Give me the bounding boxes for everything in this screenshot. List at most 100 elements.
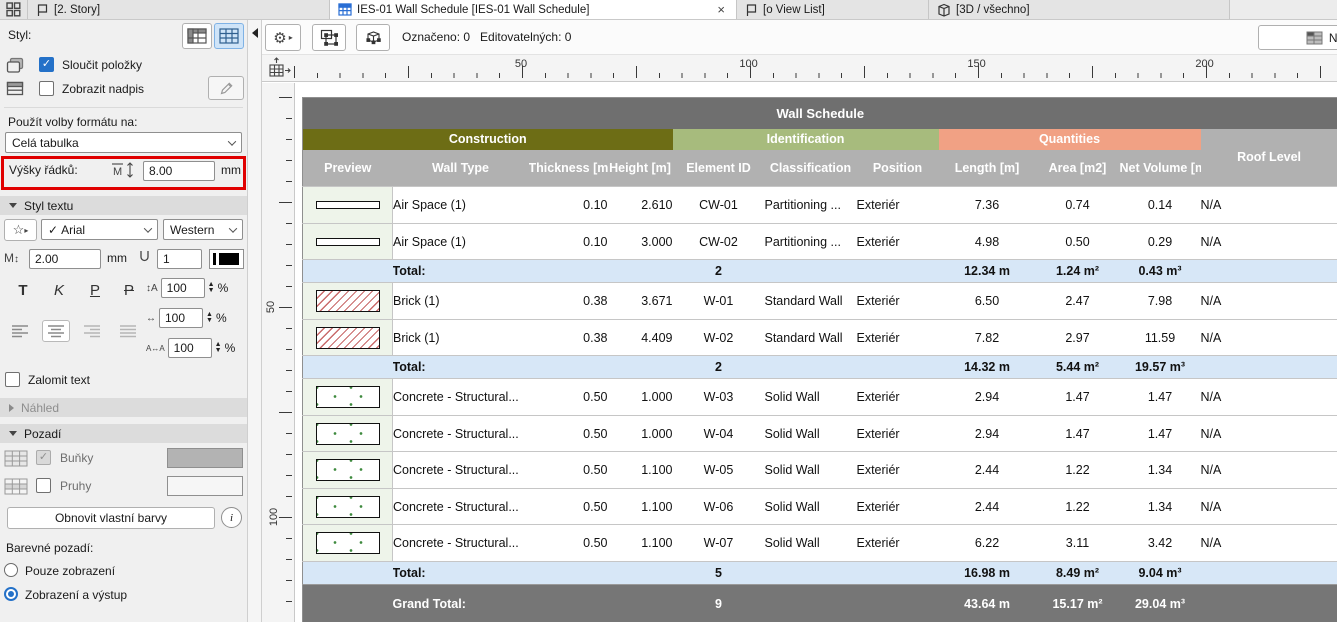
- cell-classification[interactable]: Solid Wall: [765, 452, 857, 489]
- panel-divider[interactable]: [247, 20, 262, 622]
- cell-length[interactable]: 2.44: [939, 489, 1036, 525]
- strikethrough-button[interactable]: P: [114, 282, 144, 299]
- cell-length[interactable]: 4.98: [939, 224, 1036, 260]
- tab-view-list[interactable]: [o View List]: [737, 0, 929, 19]
- cell-length[interactable]: 2.44: [939, 452, 1036, 489]
- cell-preview[interactable]: [303, 379, 393, 416]
- cell-thickness[interactable]: 0.10: [529, 187, 608, 224]
- cell-preview[interactable]: [303, 320, 393, 356]
- select-on-plan-button[interactable]: [312, 24, 346, 51]
- cells-checkbox[interactable]: ✓: [36, 450, 51, 465]
- cell-net_volume[interactable]: 1.47: [1120, 416, 1201, 452]
- schedule-canvas[interactable]: Wall ScheduleConstructionIdentificationQ…: [295, 83, 1337, 622]
- column-header[interactable]: Wall Type: [393, 150, 529, 187]
- cell-classification[interactable]: Solid Wall: [765, 525, 857, 562]
- pen-number-input[interactable]: 1: [157, 249, 202, 269]
- total-row[interactable]: Total:212.34 m1.24 m²0.43 m³: [303, 260, 1337, 283]
- cell-area[interactable]: 1.47: [1036, 416, 1120, 452]
- letter-spacing-input[interactable]: 100: [168, 338, 212, 358]
- cell-net_volume[interactable]: 0.29: [1120, 224, 1201, 260]
- cell-position[interactable]: Exteriér: [857, 489, 939, 525]
- column-header[interactable]: Preview: [303, 150, 393, 187]
- cell-net_volume[interactable]: 1.34: [1120, 489, 1201, 525]
- wall-schedule-table[interactable]: Wall ScheduleConstructionIdentificationQ…: [302, 97, 1337, 622]
- cell-wall_type[interactable]: Air Space (1): [393, 187, 529, 224]
- spinner-arrows[interactable]: ▲▼: [215, 342, 222, 354]
- cell-net_volume[interactable]: 0.14: [1120, 187, 1201, 224]
- letter-height-input[interactable]: 100: [161, 278, 205, 298]
- column-header[interactable]: Thickness [m]: [529, 150, 608, 187]
- wrap-text-checkbox[interactable]: [5, 372, 20, 387]
- cell-preview[interactable]: [303, 489, 393, 525]
- cell-height[interactable]: 3.000: [608, 224, 673, 260]
- restore-colors-button[interactable]: Obnovit vlastní barvy: [7, 507, 215, 529]
- column-header[interactable]: Position: [857, 150, 939, 187]
- cell-area[interactable]: 0.50: [1036, 224, 1120, 260]
- stripes-color-swatch[interactable]: [167, 476, 243, 496]
- cell-thickness[interactable]: 0.38: [529, 283, 608, 320]
- scheme-settings-menu-button[interactable]: ⚙ ▸: [265, 24, 301, 51]
- cell-height[interactable]: 3.671: [608, 283, 673, 320]
- column-header[interactable]: Length [m]: [939, 150, 1036, 187]
- close-tab-icon[interactable]: ×: [714, 2, 728, 17]
- cell-area[interactable]: 3.11: [1036, 525, 1120, 562]
- cell-preview[interactable]: [303, 187, 393, 224]
- cell-net_volume[interactable]: 7.98: [1120, 283, 1201, 320]
- background-section-header[interactable]: Pozadí: [0, 424, 247, 443]
- column-header[interactable]: Net Volume [m3]: [1120, 150, 1201, 187]
- cell-roof_level[interactable]: N/A: [1201, 187, 1337, 224]
- cell-element_id[interactable]: W-04: [673, 416, 765, 452]
- align-right-button[interactable]: [78, 320, 106, 342]
- align-left-button[interactable]: [6, 320, 34, 342]
- cell-position[interactable]: Exteriér: [857, 187, 939, 224]
- cell-element_id[interactable]: W-01: [673, 283, 765, 320]
- cell-element_id[interactable]: W-06: [673, 489, 765, 525]
- schedule-data-row[interactable]: Concrete - Structural...0.501.100W-07Sol…: [303, 525, 1337, 562]
- cell-net_volume[interactable]: 11.59: [1120, 320, 1201, 356]
- cell-area[interactable]: 1.22: [1036, 452, 1120, 489]
- cell-position[interactable]: Exteriér: [857, 283, 939, 320]
- cell-classification[interactable]: Solid Wall: [765, 489, 857, 525]
- tab-3d[interactable]: [3D / všechno]: [929, 0, 1230, 19]
- info-button[interactable]: i: [221, 507, 242, 528]
- horizontal-ruler[interactable]: 50100150200: [262, 55, 1337, 82]
- font-size-input[interactable]: 2.00: [29, 249, 101, 269]
- cell-net_volume[interactable]: 1.47: [1120, 379, 1201, 416]
- align-justify-button[interactable]: [114, 320, 142, 342]
- cell-roof_level[interactable]: N/A: [1201, 489, 1337, 525]
- schedule-data-row[interactable]: Concrete - Structural...0.501.000W-03Sol…: [303, 379, 1337, 416]
- cell-length[interactable]: 7.36: [939, 187, 1036, 224]
- cell-height[interactable]: 1.100: [608, 489, 673, 525]
- total-row[interactable]: Total:516.98 m8.49 m²9.04 m³: [303, 562, 1337, 585]
- cell-roof_level[interactable]: N/A: [1201, 283, 1337, 320]
- column-header[interactable]: Area [m2]: [1036, 150, 1120, 187]
- pen-color-button[interactable]: [209, 249, 244, 269]
- cell-element_id[interactable]: CW-01: [673, 187, 765, 224]
- cell-area[interactable]: 1.47: [1036, 379, 1120, 416]
- cell-position[interactable]: Exteriér: [857, 320, 939, 356]
- cell-element_id[interactable]: W-07: [673, 525, 765, 562]
- merge-items-checkbox[interactable]: ✓: [39, 57, 54, 72]
- cell-height[interactable]: 2.610: [608, 187, 673, 224]
- cell-height[interactable]: 1.100: [608, 525, 673, 562]
- cell-position[interactable]: Exteriér: [857, 379, 939, 416]
- cell-roof_level[interactable]: N/A: [1201, 416, 1337, 452]
- text-style-section-header[interactable]: Styl textu: [0, 196, 247, 215]
- cell-thickness[interactable]: 0.10: [529, 224, 608, 260]
- schedule-data-row[interactable]: Concrete - Structural...0.501.100W-05Sol…: [303, 452, 1337, 489]
- cell-wall_type[interactable]: Concrete - Structural...: [393, 379, 529, 416]
- cell-area[interactable]: 2.97: [1036, 320, 1120, 356]
- schedule-data-row[interactable]: Brick (1)0.384.409W-02Standard WallExter…: [303, 320, 1337, 356]
- spinner-arrows[interactable]: ▲▼: [208, 282, 215, 294]
- show-headline-checkbox[interactable]: [39, 81, 54, 96]
- cell-position[interactable]: Exteriér: [857, 525, 939, 562]
- cell-thickness[interactable]: 0.50: [529, 452, 608, 489]
- cell-height[interactable]: 1.100: [608, 452, 673, 489]
- cell-height[interactable]: 4.409: [608, 320, 673, 356]
- cell-roof_level[interactable]: N/A: [1201, 379, 1337, 416]
- cell-wall_type[interactable]: Concrete - Structural...: [393, 525, 529, 562]
- cell-wall_type[interactable]: Brick (1): [393, 320, 529, 356]
- cell-classification[interactable]: Standard Wall: [765, 320, 857, 356]
- schedule-data-row[interactable]: Air Space (1)0.102.610CW-01Partitioning …: [303, 187, 1337, 224]
- cell-classification[interactable]: Solid Wall: [765, 379, 857, 416]
